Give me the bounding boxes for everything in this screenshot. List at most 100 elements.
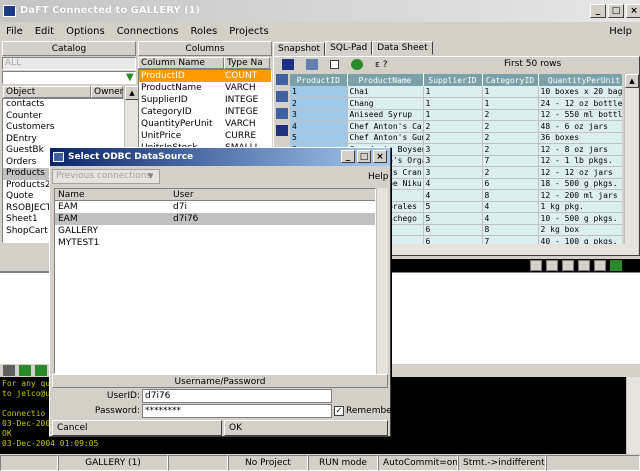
table-row[interactable]: CategoryID INTEGE xyxy=(139,106,271,118)
table-row[interactable]: 3Aniseed Syrup1212 - 550 ml bottles xyxy=(290,109,622,121)
grid-cell[interactable]: 4 xyxy=(423,189,483,202)
dialog-scrollbar[interactable] xyxy=(376,188,388,374)
grid-cell[interactable]: 1 kg pkg. xyxy=(538,201,622,213)
grid-cell[interactable]: 10 - 500 g pkgs. xyxy=(538,212,622,225)
catalog-col-owner[interactable]: Owner xyxy=(91,86,123,98)
catalog-search-input[interactable] xyxy=(2,71,136,84)
grid-cell[interactable]: 12 - 12 oz jars xyxy=(538,166,622,179)
menu-projects[interactable]: Projects xyxy=(223,26,274,37)
up-arrow-icon[interactable] xyxy=(19,365,31,376)
ok-button[interactable]: OK xyxy=(224,420,388,436)
grid-cell[interactable]: 6 xyxy=(423,224,483,236)
userid-input[interactable] xyxy=(142,389,332,403)
grid-cell[interactable]: 12 - 550 ml bottles xyxy=(538,109,622,121)
columns-col-type[interactable]: Type Na xyxy=(224,57,270,69)
grid-cell[interactable]: 1 xyxy=(423,97,483,110)
table-row[interactable]: 2 Chang 1 1 24 - 12 oz bottles xyxy=(290,97,622,110)
minimize-icon[interactable]: _ xyxy=(590,4,606,18)
table-row[interactable]: 1 Chai 1 1 10 boxes x 20 bags xyxy=(290,86,622,98)
grid-cell[interactable]: 4 xyxy=(290,120,348,133)
catalog-col-object[interactable]: Object xyxy=(3,86,91,98)
password-input[interactable] xyxy=(142,404,332,418)
tool-icon[interactable] xyxy=(594,260,606,271)
grid-cell[interactable]: 12 - 200 ml jars xyxy=(538,189,622,202)
menu-roles[interactable]: Roles xyxy=(185,26,224,37)
grid-cell[interactable]: 1 xyxy=(423,86,483,98)
grid-cell[interactable]: 7 xyxy=(482,155,539,167)
grid-cell[interactable]: 7 xyxy=(482,235,539,244)
list-item[interactable]: Counter xyxy=(3,111,123,123)
list-item[interactable]: EAM d7i xyxy=(55,201,375,213)
grid-cell[interactable]: 8 xyxy=(482,224,539,236)
col-user[interactable]: User xyxy=(170,189,285,200)
down-arrow-icon[interactable] xyxy=(35,365,47,376)
grid-cell[interactable]: 2 xyxy=(290,97,348,110)
tool-icon[interactable] xyxy=(546,260,558,271)
grid-scrollbar[interactable]: ▲ xyxy=(624,74,639,244)
grid-cell[interactable]: 6 xyxy=(423,235,483,244)
grid-cell[interactable]: 2 xyxy=(482,109,539,121)
grid-cell[interactable]: 1 xyxy=(482,97,539,110)
grid-cell[interactable]: 5 xyxy=(423,201,483,213)
dialog-title-bar[interactable]: Select ODBC DataSource _ □ × xyxy=(50,148,390,166)
checkbox-icon[interactable] xyxy=(330,60,339,69)
list-item[interactable]: MYTEST1 xyxy=(55,237,375,249)
cancel-button[interactable]: Cancel xyxy=(52,420,222,436)
table-row[interactable]: ProductID COUNT xyxy=(139,70,271,82)
grid-cell[interactable]: Aniseed Syrup xyxy=(347,109,424,121)
maximize-icon[interactable]: □ xyxy=(608,4,624,18)
grid-cell[interactable]: 2 xyxy=(423,132,483,144)
grid-cell[interactable]: 1 xyxy=(290,86,348,98)
sql-icon[interactable] xyxy=(530,260,542,271)
grid-cell[interactable]: 2 xyxy=(482,132,539,144)
grid-cell[interactable]: 6 xyxy=(482,178,539,190)
grid-cell[interactable]: Chef Anton's Cajun xyxy=(347,120,424,133)
refresh-icon[interactable] xyxy=(351,59,363,70)
grid-header[interactable]: ProductID xyxy=(290,74,348,86)
menu-edit[interactable]: Edit xyxy=(29,26,60,37)
tab-data-sheet[interactable]: Data Sheet xyxy=(372,41,433,55)
grid-cell[interactable]: 48 - 6 oz jars xyxy=(538,120,622,133)
scroll-up-icon[interactable]: ▲ xyxy=(125,86,139,100)
list-item[interactable]: contacts xyxy=(3,99,123,111)
grid-cell[interactable]: 3 xyxy=(423,143,483,156)
grid-cell[interactable]: 5 xyxy=(290,132,348,144)
window-title-bar[interactable]: DaFT Connected to GALLERY (1) xyxy=(0,0,640,22)
grid-cell[interactable]: 4 xyxy=(423,178,483,190)
grid-cell[interactable]: 10 boxes x 20 bags xyxy=(538,86,622,98)
grid-cell[interactable]: 36 boxes xyxy=(538,132,622,144)
list-item[interactable]: GALLERY xyxy=(55,225,375,237)
copy-icon[interactable] xyxy=(306,59,318,70)
tab-sql-pad[interactable]: SQL-Pad xyxy=(325,41,373,55)
table-icon[interactable] xyxy=(276,74,288,85)
run-icon[interactable] xyxy=(610,260,622,271)
clear-icon[interactable] xyxy=(3,365,15,376)
grid-cell[interactable]: Chai xyxy=(347,86,424,98)
list-item[interactable]: Customers xyxy=(3,122,123,134)
status-resize-grip[interactable] xyxy=(546,455,640,471)
maximize-icon[interactable]: □ xyxy=(357,150,371,163)
filter-icon[interactable]: ▼ xyxy=(126,72,136,83)
grid-cell[interactable]: 2 xyxy=(482,166,539,179)
table-row[interactable]: 4Chef Anton's Cajun2248 - 6 oz jars xyxy=(290,120,622,133)
grid-cell[interactable]: 4 xyxy=(482,212,539,225)
table-row[interactable]: ProductName VARCH xyxy=(139,82,271,94)
close-icon[interactable]: × xyxy=(626,4,640,18)
grid-cell[interactable]: 2 kg box xyxy=(538,224,622,236)
list-item[interactable]: EAM d7i76 xyxy=(55,213,375,225)
grid-cell[interactable]: 12 - 1 lb pkgs. xyxy=(538,155,622,167)
grid-cell[interactable]: Chef Anton's Gumbo xyxy=(347,132,424,144)
dialog-help[interactable]: Help xyxy=(368,172,389,182)
remember-checkbox[interactable]: ✓ xyxy=(334,406,344,416)
grid-cell[interactable]: 12 - 8 oz jars xyxy=(538,143,622,156)
grid-cell[interactable]: 18 - 500 g pkgs. xyxy=(538,178,622,190)
table-row[interactable]: QuantityPerUnit VARCH xyxy=(139,118,271,130)
grid-cell[interactable]: 4 xyxy=(482,201,539,213)
grid-cell[interactable]: 2 xyxy=(423,120,483,133)
edit-icon[interactable] xyxy=(276,125,288,136)
menu-connections[interactable]: Connections xyxy=(111,26,185,37)
columns-col-name[interactable]: Column Name xyxy=(138,57,224,69)
grid-header[interactable]: SupplierID xyxy=(423,74,483,86)
minimize-icon[interactable]: _ xyxy=(341,150,355,163)
chevron-down-icon[interactable]: ▼ xyxy=(148,170,159,183)
